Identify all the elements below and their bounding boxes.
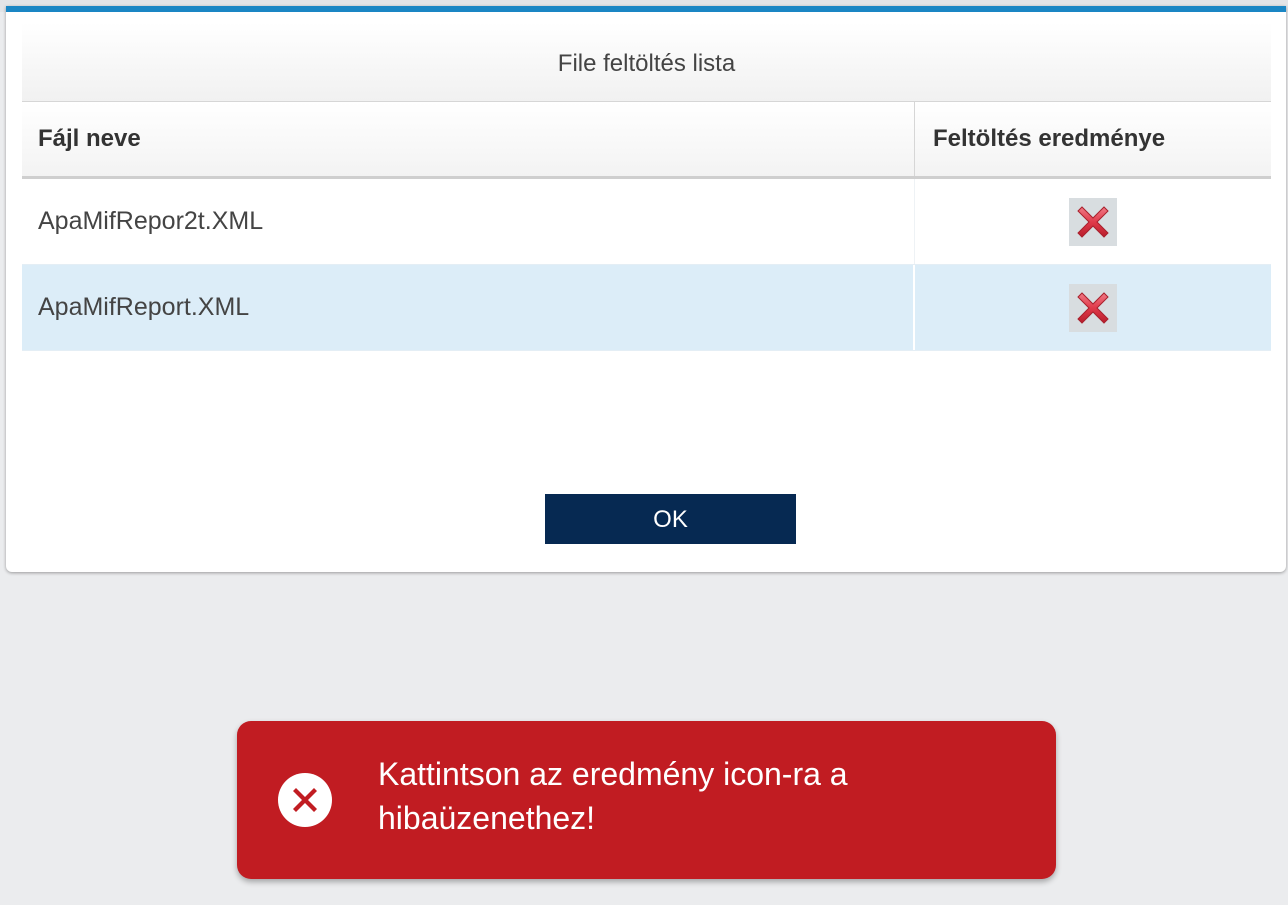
page: File feltöltés lista Fájl neve Feltöltés… [0, 0, 1288, 905]
red-x-icon[interactable] [1069, 283, 1117, 332]
result-cell [915, 179, 1271, 264]
dialog-title: File feltöltés lista [22, 22, 1271, 102]
file-name-cell: ApaMifReport.XML [22, 265, 915, 350]
toast-message: Kattintson az eredmény icon-ra a hibaüze… [378, 756, 848, 836]
grid-header: Fájl neve Feltöltés eredménye [22, 102, 1271, 179]
result-cell [915, 265, 1271, 350]
table-row[interactable]: ApaMifRepor2t.XML [22, 179, 1271, 265]
file-upload-grid: Fájl neve Feltöltés eredménye ApaMifRepo… [22, 102, 1271, 351]
file-name-cell: ApaMifRepor2t.XML [22, 179, 915, 264]
column-header-file-name[interactable]: Fájl neve [22, 102, 915, 176]
ok-button[interactable]: OK [545, 494, 796, 544]
file-upload-dialog: File feltöltés lista Fájl neve Feltöltés… [6, 6, 1286, 572]
table-row[interactable]: ApaMifReport.XML [22, 265, 1271, 351]
column-header-upload-result[interactable]: Feltöltés eredménye [915, 102, 1271, 176]
red-x-icon[interactable] [1069, 197, 1117, 246]
error-circle-icon [278, 773, 332, 827]
error-toast[interactable]: Kattintson az eredmény icon-ra a hibaüze… [237, 721, 1056, 879]
